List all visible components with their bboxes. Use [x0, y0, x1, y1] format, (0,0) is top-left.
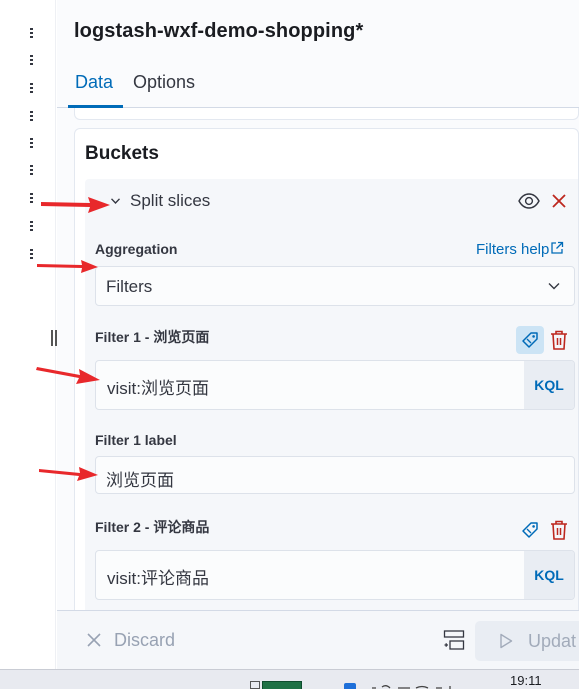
filters-help-link[interactable]: Filters help — [476, 241, 549, 258]
remove-aggregation-icon[interactable] — [551, 193, 567, 209]
chevron-down-icon — [548, 283, 560, 290]
filter-2-query-input[interactable]: visit:评论商品 KQL — [95, 550, 575, 600]
collapse-sidebar-icon[interactable] — [443, 629, 465, 651]
split-slices-header[interactable]: Split slices — [85, 189, 578, 219]
update-button[interactable]: Updat — [475, 621, 579, 661]
chevron-down-icon[interactable] — [111, 198, 120, 204]
drag-handle-icon[interactable] — [30, 138, 34, 150]
drag-handle-icon[interactable] — [30, 111, 34, 123]
drag-handle-icon[interactable] — [30, 193, 34, 205]
drag-handle-icon[interactable] — [30, 165, 34, 177]
bucket-aggregation: Split slices Aggregation Filters help Fi… — [85, 179, 578, 617]
taskbar-clock: 19:11 — [510, 673, 542, 688]
tag-icon — [522, 522, 538, 538]
eye-icon[interactable] — [518, 193, 540, 209]
index-pattern-title: logstash-wxf-demo-shopping* — [74, 20, 364, 42]
drag-handle-icon[interactable] — [30, 83, 34, 95]
aggregation-select[interactable]: Filters — [95, 266, 575, 306]
aggregation-select-value: Filters — [106, 277, 153, 296]
filter-2-query-value: visit:评论商品 — [107, 569, 209, 588]
app-taskbar-icon[interactable] — [344, 683, 356, 689]
filter-1-label-input[interactable]: 浏览页面 — [95, 456, 575, 494]
editor-sidebar: logstash-wxf-demo-shopping* Data Options… — [57, 0, 579, 669]
external-link-icon[interactable] — [550, 241, 564, 255]
filter-1-kql-button[interactable]: KQL — [524, 361, 574, 409]
tab-options[interactable]: Options — [133, 72, 195, 93]
filter-1-label-title: Filter 1 label — [95, 432, 177, 448]
excel-taskbar-icon[interactable] — [250, 681, 302, 689]
play-icon — [500, 633, 513, 649]
filter-1-label-value: 浏览页面 — [106, 471, 174, 490]
filter-2-title: Filter 2 - 评论商品 — [95, 519, 210, 535]
tag-icon — [522, 332, 538, 348]
left-rail — [0, 0, 57, 669]
update-label: Updat — [528, 631, 577, 651]
os-taskbar: 19:11 — [0, 669, 579, 689]
filter-1-title: Filter 1 - 浏览页面 — [95, 329, 210, 345]
trash-icon[interactable] — [549, 329, 569, 351]
filter-2-kql-button[interactable]: KQL — [524, 551, 574, 599]
drag-handle-icon[interactable] — [30, 249, 34, 261]
editor-tabs: Data Options — [57, 62, 579, 108]
tab-data[interactable]: Data — [75, 72, 113, 93]
input-method-icon[interactable] — [370, 684, 470, 689]
cross-icon — [87, 633, 101, 647]
filter-1-query-input[interactable]: visit:浏览页面 KQL — [95, 360, 575, 410]
split-slices-label: Split slices — [130, 191, 211, 210]
discard-label: Discard — [114, 630, 176, 650]
filter-1-query-value: visit:浏览页面 — [107, 379, 209, 398]
drag-handle-icon[interactable] — [30, 221, 34, 233]
editor-footer: Discard Updat — [57, 610, 579, 669]
filter-2-label-toggle[interactable] — [516, 516, 544, 544]
drag-handle-icon[interactable] — [30, 28, 34, 40]
filter-1-label-toggle[interactable] — [516, 326, 544, 354]
metrics-card-edge — [74, 108, 579, 120]
buckets-card: Buckets Split slices Aggregation Filters… — [74, 128, 579, 618]
trash-icon[interactable] — [549, 519, 569, 541]
buckets-title: Buckets — [85, 143, 159, 164]
drag-handle-icon[interactable] — [30, 55, 34, 67]
aggregation-label: Aggregation — [95, 241, 178, 257]
app-window: logstash-wxf-demo-shopping* Data Options… — [0, 0, 579, 689]
